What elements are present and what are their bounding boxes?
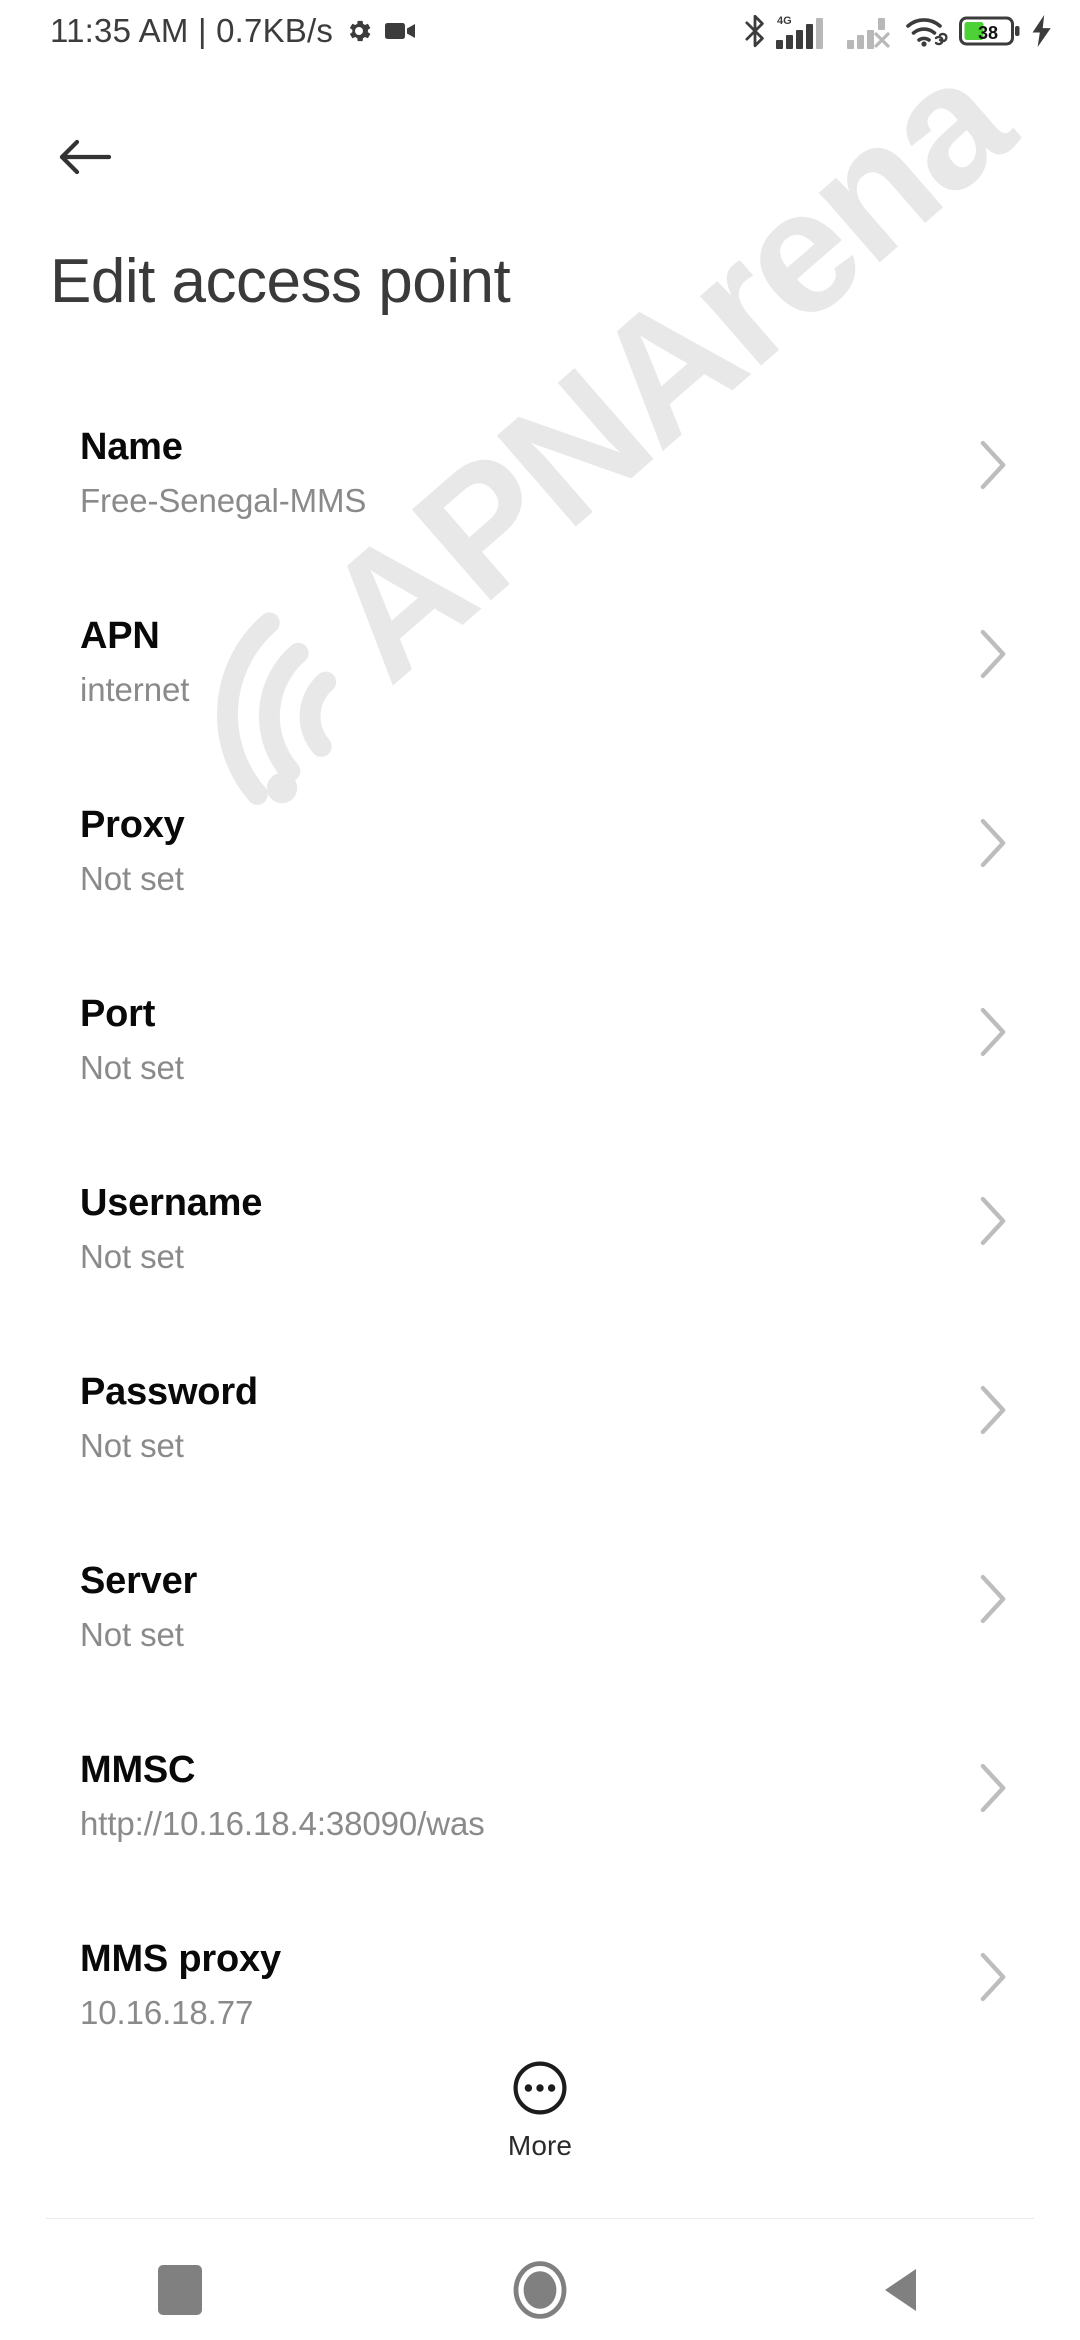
more-button[interactable]: More [0, 2060, 1080, 2162]
bottom-divider [46, 2218, 1034, 2219]
row-label: Port [80, 993, 156, 1035]
chevron-right-icon [980, 1952, 1006, 2002]
row-value: Not set [80, 1616, 184, 1653]
row-value: Not set [80, 1049, 184, 1086]
list-item-mmsc[interactable]: MMSC http://10.16.18.4:38090/was [0, 1727, 1080, 1916]
row-label: Name [80, 426, 183, 468]
row-value: Not set [80, 1427, 184, 1464]
list-item-proxy[interactable]: Proxy Not set [0, 782, 1080, 971]
navigation-bar [0, 2240, 1080, 2340]
triangle-back-icon [885, 2269, 916, 2311]
charging-bolt-icon [1032, 15, 1051, 47]
nav-home-button[interactable] [360, 2260, 720, 2320]
list-item-username[interactable]: Username Not set [0, 1160, 1080, 1349]
row-label: MMSC [80, 1749, 196, 1791]
row-label: Username [80, 1182, 263, 1224]
row-label: Proxy [80, 804, 185, 846]
row-value: Free-Senegal-MMS [80, 482, 367, 519]
more-dots-circle-icon [513, 2061, 567, 2115]
status-clock: 11:35 AM | 0.7KB/s [50, 12, 334, 49]
chevron-right-icon [980, 818, 1006, 868]
row-label: MMS proxy [80, 1938, 281, 1980]
list-item-name[interactable]: Name Free-Senegal-MMS [0, 404, 1080, 593]
signal-sim2-off-icon [847, 18, 890, 49]
chevron-right-icon [980, 1574, 1006, 1624]
chevron-right-icon [980, 629, 1006, 679]
circle-icon [513, 2261, 567, 2319]
settings-list: Name Free-Senegal-MMS APN internet Proxy… [0, 404, 1080, 2105]
nav-back-button[interactable] [720, 2266, 1080, 2314]
more-button-label: More [507, 2130, 573, 2161]
row-value: Not set [80, 860, 184, 897]
back-button[interactable] [46, 118, 124, 196]
list-item-server[interactable]: Server Not set [0, 1538, 1080, 1727]
signal-4g-icon: 4G [776, 15, 823, 49]
row-label: APN [80, 615, 160, 657]
row-value: Not set [80, 1238, 184, 1275]
wifi-icon [906, 18, 948, 47]
svg-text:4G: 4G [777, 15, 792, 27]
bluetooth-icon [745, 14, 764, 48]
row-label: Server [80, 1560, 198, 1602]
arrow-left-icon [59, 139, 112, 175]
status-bar-left: 11:35 AM | 0.7KB/s [50, 12, 417, 50]
video-camera-icon [385, 23, 416, 39]
row-value: http://10.16.18.4:38090/was [80, 1805, 485, 1842]
battery-level-text: 38 [978, 23, 998, 43]
row-label: Password [80, 1371, 258, 1413]
nav-recents-button[interactable] [0, 2265, 360, 2315]
chevron-right-icon [980, 440, 1006, 490]
phone-screen: APNArena 11:35 AM | 0.7KB/s 4G 38 Edit a… [0, 0, 1080, 2340]
row-value: internet [80, 671, 190, 708]
row-value: 10.16.18.77 [80, 1994, 254, 2031]
chevron-right-icon [980, 1196, 1006, 1246]
square-icon [158, 2265, 202, 2315]
list-item-password[interactable]: Password Not set [0, 1349, 1080, 1538]
page-title: Edit access point [50, 247, 511, 316]
gear-icon [349, 20, 371, 42]
battery-icon: 38 [959, 16, 1020, 46]
list-item-port[interactable]: Port Not set [0, 971, 1080, 1160]
status-bar-right: 4G 38 [743, 12, 1054, 50]
list-item-apn[interactable]: APN internet [0, 593, 1080, 782]
status-bar: 11:35 AM | 0.7KB/s 4G 38 [0, 0, 1080, 62]
chevron-right-icon [980, 1007, 1006, 1057]
chevron-right-icon [980, 1385, 1006, 1435]
chevron-right-icon [980, 1763, 1006, 1813]
